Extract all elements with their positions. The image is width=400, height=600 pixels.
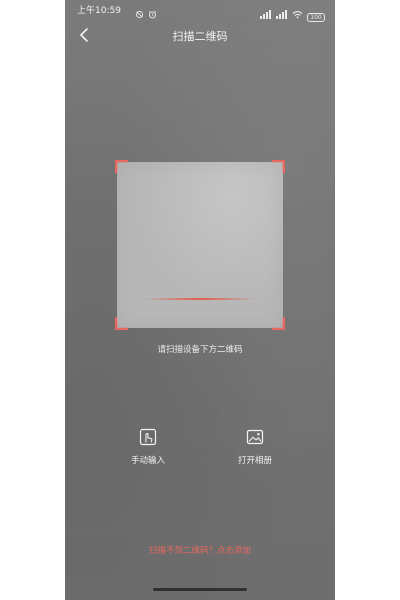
open-album-label: 打开相册	[237, 456, 272, 466]
home-indicator[interactable]	[153, 588, 247, 591]
scan-corner-top-right	[271, 160, 285, 174]
manual-input-label: 手动输入	[130, 456, 165, 466]
scan-corner-bottom-left	[115, 316, 129, 330]
hand-tap-icon	[139, 428, 157, 446]
open-album-button[interactable]: 打开相册	[215, 428, 295, 478]
scan-hint-text: 请扫描设备下方二维码	[157, 345, 243, 355]
scan-line	[145, 298, 255, 300]
cannot-scan-add-link[interactable]: 扫描不到二维码？点击添加	[65, 544, 335, 556]
nav-bar: 扫描二维码	[65, 22, 335, 50]
scan-corner-top-left	[115, 160, 129, 174]
phone-screen: 上午10:59 100 扫描二维码 请扫描设备下方二维码 手动输入 打开相册 扫…	[65, 0, 335, 600]
battery-icon: 100	[307, 12, 325, 22]
scan-area	[115, 160, 285, 330]
image-icon	[246, 428, 264, 446]
manual-input-button[interactable]: 手动输入	[108, 428, 188, 478]
status-bar: 上午10:59 100	[65, 0, 335, 22]
status-time: 上午10:59	[77, 6, 121, 16]
scan-corner-bottom-right	[271, 316, 285, 330]
page-title: 扫描二维码	[172, 30, 228, 43]
